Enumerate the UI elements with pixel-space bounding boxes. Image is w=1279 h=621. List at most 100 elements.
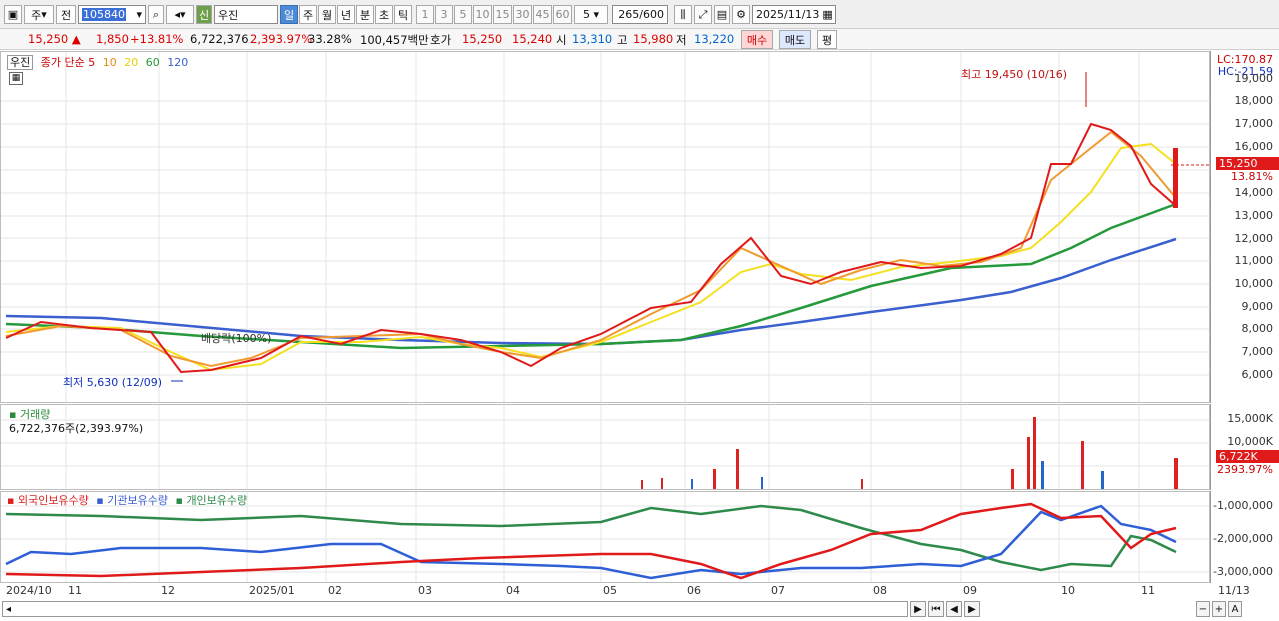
volume-value: 6,722,376: [190, 32, 249, 46]
period-second[interactable]: 초: [375, 5, 393, 24]
prev-page-icon[interactable]: ◀: [946, 601, 962, 617]
min-3[interactable]: 3: [435, 5, 453, 24]
prev-button[interactable]: 전: [56, 5, 76, 24]
y-tick: 18,000: [1234, 94, 1274, 107]
min-30[interactable]: 30: [513, 5, 532, 24]
volume-value: 6,722,376주(2,393.97%): [9, 422, 144, 435]
candle-icon[interactable]: ⫼: [674, 5, 692, 24]
volume-panel[interactable]: ▪ 거래량 6,722,376주(2,393.97%): [0, 404, 1210, 490]
y-tick: 13,000: [1234, 209, 1274, 222]
font-icon[interactable]: A: [1228, 601, 1242, 617]
horizontal-scrollbar[interactable]: ◂: [2, 601, 908, 617]
toolbar: ▣ 주 ▾ 전 105840 ▾ ⌕ ◂▾ 신 우진 일 주 월 년 분 초 틱 1…: [0, 0, 1279, 29]
count-field[interactable]: 265/600: [612, 5, 668, 24]
price-panel[interactable]: 우진 종가 단순 5 10 20 60 120 ▦ 최고 19,450 (10/…: [0, 51, 1210, 403]
search-icon[interactable]: ⌕: [148, 5, 164, 24]
sell-button[interactable]: 매도: [779, 30, 811, 49]
period-day[interactable]: 일: [280, 5, 298, 24]
open-value: 13,310: [572, 32, 613, 46]
price-axis: LC:170.87 HC:-21.59 19,000 18,000 17,000…: [1210, 51, 1279, 403]
ma5-label: 5: [88, 56, 96, 69]
y-tick: 14,000: [1234, 186, 1274, 199]
y-tick: 19,000: [1234, 72, 1274, 85]
min-45[interactable]: 45: [533, 5, 552, 24]
ma60-label: 60: [145, 56, 160, 69]
period-tick[interactable]: 틱: [394, 5, 412, 24]
x-tick: 12: [161, 584, 175, 597]
min-5[interactable]: 5: [454, 5, 472, 24]
individual-line: [5, 504, 1177, 572]
chart-legend: 우진 종가 단순 5 10 20 60 120: [7, 54, 188, 70]
y-tick: 12,000: [1234, 232, 1274, 245]
min-60[interactable]: 60: [553, 5, 572, 24]
date-field[interactable]: 2025/11/13 ▦: [752, 5, 836, 24]
x-tick: 07: [771, 584, 785, 597]
y-tick: -1,000,000: [1213, 499, 1273, 512]
period-year[interactable]: 년: [337, 5, 355, 24]
market-select[interactable]: 주 ▾: [24, 5, 54, 24]
avg-button[interactable]: 평: [817, 30, 837, 49]
period-minute[interactable]: 분: [356, 5, 374, 24]
dividend-note: 배당락(100%): [201, 332, 272, 345]
zoom-out-icon[interactable]: −: [1196, 601, 1210, 617]
period-week[interactable]: 주: [299, 5, 317, 24]
name-field[interactable]: 우진: [214, 5, 278, 24]
low-label: 저: [676, 33, 687, 47]
volume-pct: 2393.97%: [1217, 463, 1273, 476]
ma10-label: 10: [102, 56, 117, 69]
foreign-line: [5, 504, 1177, 580]
ma120-label: 120: [167, 56, 189, 69]
y-tick: -3,000,000: [1213, 565, 1273, 578]
turnover-value: 33.28%: [308, 32, 352, 46]
stock-name: 우진: [7, 55, 34, 70]
gear-icon[interactable]: ⚙: [732, 5, 750, 24]
layout-icon[interactable]: ▣: [4, 5, 22, 24]
x-tick: 10: [1061, 584, 1075, 597]
volume-tag: 6,722K: [1216, 450, 1279, 463]
open-label: 시: [556, 33, 567, 47]
price-chart[interactable]: [1, 52, 1209, 402]
holding-panel[interactable]: ▪ 외국인보유수량 ▪ 기관보유수량 ▪ 개인보유수량: [0, 491, 1210, 583]
ma20-label: 20: [124, 56, 139, 69]
y-tick: 7,000: [1241, 345, 1274, 358]
y-tick: 16,000: [1234, 140, 1274, 153]
pct-tag: 13.81%: [1231, 170, 1273, 183]
first-icon[interactable]: ⏮: [928, 601, 944, 617]
min-10[interactable]: 10: [473, 5, 492, 24]
speaker-icon[interactable]: ◂▾: [166, 5, 194, 24]
holding-axis: -1,000,000 -2,000,000 -3,000,000: [1210, 491, 1279, 583]
y-tick: -2,000,000: [1213, 532, 1273, 545]
ma20-line: [5, 142, 1177, 372]
zoom-in-icon[interactable]: +: [1212, 601, 1226, 617]
buy-button[interactable]: 매수: [741, 30, 773, 49]
ask-value: 15,250: [462, 32, 503, 46]
draw-icon[interactable]: ⤢: [694, 5, 712, 24]
next-page-icon[interactable]: ▶: [964, 601, 980, 617]
min-15[interactable]: 15: [493, 5, 512, 24]
minute-select[interactable]: 5 ▾: [574, 5, 608, 24]
save-icon[interactable]: ▤: [714, 5, 730, 24]
x-tick: 03: [418, 584, 432, 597]
y-tick: 15,000K: [1227, 412, 1273, 425]
volume-bars: [641, 417, 1178, 489]
x-tick: 09: [963, 584, 977, 597]
period-month[interactable]: 월: [318, 5, 336, 24]
high-label: 고: [617, 33, 628, 47]
ask-label: 호가: [430, 33, 452, 47]
min-1[interactable]: 1: [416, 5, 434, 24]
foreign-label: ▪ 외국인보유수량: [7, 494, 89, 507]
x-tick: 2024/10: [6, 584, 52, 597]
x-tick: 04: [506, 584, 520, 597]
high-value: 15,980: [633, 32, 674, 46]
y-tick: 10,000K: [1227, 435, 1273, 448]
volume-chart[interactable]: [1, 405, 1209, 489]
high-note: 최고 19,450 (10/16): [961, 68, 1068, 81]
code-input[interactable]: 105840 ▾: [78, 5, 146, 24]
x-tick: 02: [328, 584, 342, 597]
low-note: 최저 5,630 (12/09): [63, 376, 163, 389]
scroll-right-icon[interactable]: ▶: [910, 601, 926, 617]
table-icon[interactable]: ▦: [9, 72, 23, 85]
x-tick: 08: [873, 584, 887, 597]
x-tick: 05: [603, 584, 617, 597]
rate-value: +13.81%: [130, 32, 184, 46]
